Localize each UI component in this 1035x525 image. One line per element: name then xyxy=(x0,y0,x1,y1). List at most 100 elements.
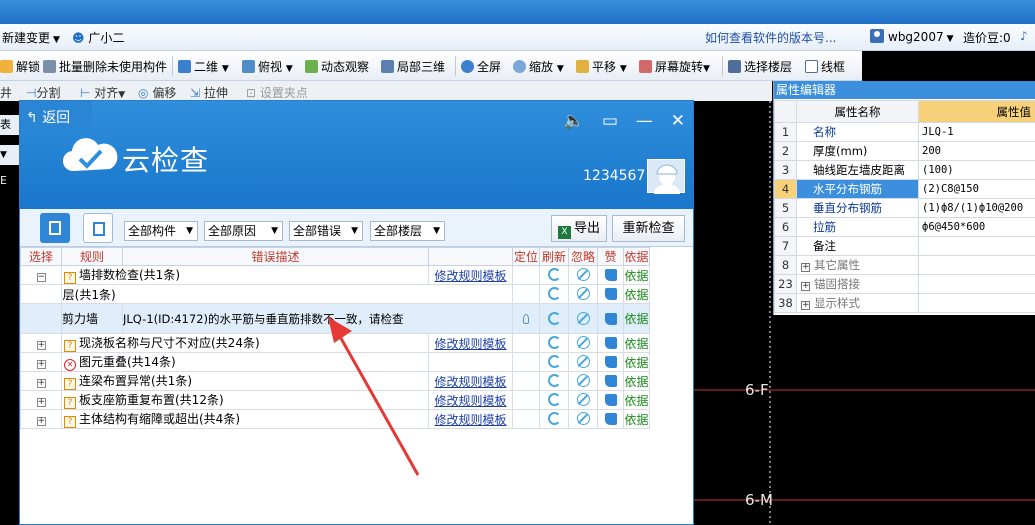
speaker-icon[interactable]: 🔈 xyxy=(563,111,584,131)
thumbs-up-icon[interactable] xyxy=(604,356,617,368)
property-value[interactable]: 200 xyxy=(918,141,1035,161)
refresh-icon[interactable] xyxy=(547,355,561,368)
property-value[interactable]: (100) xyxy=(918,160,1035,180)
property-group-row[interactable]: 38 + 显示样式 xyxy=(774,293,1035,313)
property-row[interactable]: 7 备注 xyxy=(774,236,1035,256)
table-row[interactable]: − ? 墙排数检查(共1条) 修改规则模板 依据 xyxy=(20,265,650,285)
screen-rotate-button[interactable]: 屏幕旋转▼ xyxy=(639,58,710,75)
component-filter[interactable]: 全部构件 ▼ xyxy=(124,221,198,241)
fullscreen-button[interactable]: 全屏 xyxy=(461,58,501,75)
user-menu[interactable]: wbg2007 ▼ xyxy=(870,29,954,44)
pan-button[interactable]: 平移 ▼ xyxy=(576,58,627,75)
drawing-canvas-right[interactable] xyxy=(773,315,1035,525)
ignore-icon[interactable] xyxy=(576,268,590,281)
expand-icon[interactable]: + xyxy=(801,301,810,310)
guang-xiao-er-button[interactable]: ☻ 广小二 xyxy=(72,29,124,46)
thumbs-up-icon[interactable] xyxy=(604,312,617,325)
refresh-icon[interactable] xyxy=(547,336,561,349)
property-value[interactable]: JLQ-1 xyxy=(918,122,1035,142)
chat-icon[interactable]: ▭ xyxy=(602,111,618,131)
local-3d-button[interactable]: 局部三维 xyxy=(381,58,445,75)
left-dropdown-icon[interactable]: ▼ xyxy=(0,145,20,165)
top-view-button[interactable]: 俯视 ▼ xyxy=(242,58,293,75)
new-change-menu[interactable]: 新建变更 ▼ xyxy=(2,29,60,46)
basis-link[interactable]: 依据 xyxy=(623,284,650,304)
basis-link[interactable]: 依据 xyxy=(623,303,650,334)
reason-filter[interactable]: 全部原因 ▼ xyxy=(204,221,283,241)
minimize-icon[interactable]: — xyxy=(636,111,653,131)
expand-icon[interactable]: + xyxy=(801,282,810,291)
thumbs-up-icon[interactable] xyxy=(604,337,617,349)
locate-pin-icon[interactable] xyxy=(523,313,529,324)
thumbs-up-icon[interactable] xyxy=(604,413,617,425)
unlock-button[interactable]: 解锁 xyxy=(0,58,40,75)
refresh-icon[interactable] xyxy=(547,287,561,300)
align-button[interactable]: ⊢ 对齐▼ xyxy=(80,84,125,101)
floor-filter[interactable]: 全部楼层 ▼ xyxy=(370,221,445,241)
back-button[interactable]: ↰ 返回 xyxy=(26,107,70,127)
expand-icon[interactable]: + xyxy=(36,360,46,369)
error-filter[interactable]: 全部错误 ▼ xyxy=(289,221,363,241)
modify-rule-link[interactable]: 修改规则模板 xyxy=(434,269,506,283)
refresh-icon[interactable] xyxy=(547,374,561,387)
modify-rule-link[interactable]: 修改规则模板 xyxy=(434,394,506,408)
property-row[interactable]: 6 拉筋 ф6@450*600 xyxy=(774,217,1035,237)
refresh-icon[interactable] xyxy=(547,393,561,406)
refresh-icon[interactable] xyxy=(547,412,561,425)
close-icon[interactable]: ✕ xyxy=(671,111,685,131)
list-view-button[interactable] xyxy=(40,213,70,243)
property-row[interactable]: 2 厚度(mm) 200 xyxy=(774,141,1035,161)
stretch-button[interactable]: ⇲ 拉伸 xyxy=(190,84,228,101)
property-value[interactable]: ф6@450*600 xyxy=(918,217,1035,237)
table-row[interactable]: −第3层(共1条) 依据 xyxy=(20,284,650,304)
collapse-icon[interactable]: − xyxy=(36,273,46,282)
expand-icon[interactable]: + xyxy=(36,417,46,426)
property-value[interactable] xyxy=(918,236,1035,256)
thumbs-up-icon[interactable] xyxy=(604,269,617,281)
offset-button[interactable]: ◎ 偏移 xyxy=(138,84,176,101)
thumbs-up-icon[interactable] xyxy=(604,288,617,300)
wireframe-button[interactable]: 线框 xyxy=(805,58,845,75)
property-row[interactable]: 3 轴线距左墙皮距离 (100) xyxy=(774,160,1035,180)
refresh-icon[interactable] xyxy=(547,268,561,281)
set-grip-button[interactable]: ⊡ 设置夹点 xyxy=(246,84,308,101)
modify-rule-link[interactable]: 修改规则模板 xyxy=(434,413,506,427)
thumbs-up-icon[interactable] xyxy=(604,394,617,406)
ignore-icon[interactable] xyxy=(576,355,590,368)
ignore-icon[interactable] xyxy=(576,393,590,406)
basis-link[interactable]: 依据 xyxy=(623,352,650,372)
batch-delete-button[interactable]: 批量删除未使用构件 xyxy=(43,58,167,75)
property-row[interactable]: 1 名称 JLQ-1 xyxy=(774,122,1035,142)
property-group-row[interactable]: 8 + 其它属性 xyxy=(774,255,1035,275)
export-button[interactable]: X 导出 xyxy=(551,215,607,242)
ignore-icon[interactable] xyxy=(576,336,590,349)
ignore-icon[interactable] xyxy=(576,374,590,387)
bell-icon[interactable]: ♪ xyxy=(1020,29,1028,43)
basis-link[interactable]: 依据 xyxy=(623,265,650,285)
thumbs-up-icon[interactable] xyxy=(604,375,617,387)
toolbar2-item[interactable]: 井 xyxy=(0,84,12,101)
property-row-selected[interactable]: 4 水平分布钢筋 (2)C8@150 xyxy=(774,179,1035,199)
basis-link[interactable]: 依据 xyxy=(623,409,650,429)
split-button[interactable]: ⊣分割 xyxy=(26,84,60,101)
zoom-button[interactable]: 缩放 ▼ xyxy=(513,58,564,75)
basis-link[interactable]: 依据 xyxy=(623,371,650,391)
property-value[interactable]: (2)C8@150 xyxy=(918,179,1035,199)
expand-icon[interactable]: + xyxy=(801,263,810,272)
ignore-icon[interactable] xyxy=(576,287,590,300)
drawing-canvas[interactable]: 6-F 6-M xyxy=(693,101,773,525)
modify-rule-link[interactable]: 修改规则模板 xyxy=(434,375,506,389)
version-hint-link[interactable]: 如何查看软件的版本号... xyxy=(705,29,836,46)
two-d-button[interactable]: 二维 ▼ xyxy=(178,58,229,75)
ignore-icon[interactable] xyxy=(576,412,590,425)
property-value[interactable]: (1)ф8/(1)ф10@200 xyxy=(918,198,1035,218)
expand-icon[interactable]: + xyxy=(36,341,46,350)
recheck-button[interactable]: 重新检查 xyxy=(612,215,685,242)
expand-icon[interactable]: + xyxy=(36,398,46,407)
avatar[interactable] xyxy=(647,159,685,194)
expand-icon[interactable]: + xyxy=(36,379,46,388)
property-group-row[interactable]: 23 + 锚固搭接 xyxy=(774,274,1035,294)
basis-link[interactable]: 依据 xyxy=(623,390,650,410)
ignore-icon[interactable] xyxy=(576,311,590,325)
dynamic-observe-button[interactable]: 动态观察 xyxy=(305,58,369,75)
